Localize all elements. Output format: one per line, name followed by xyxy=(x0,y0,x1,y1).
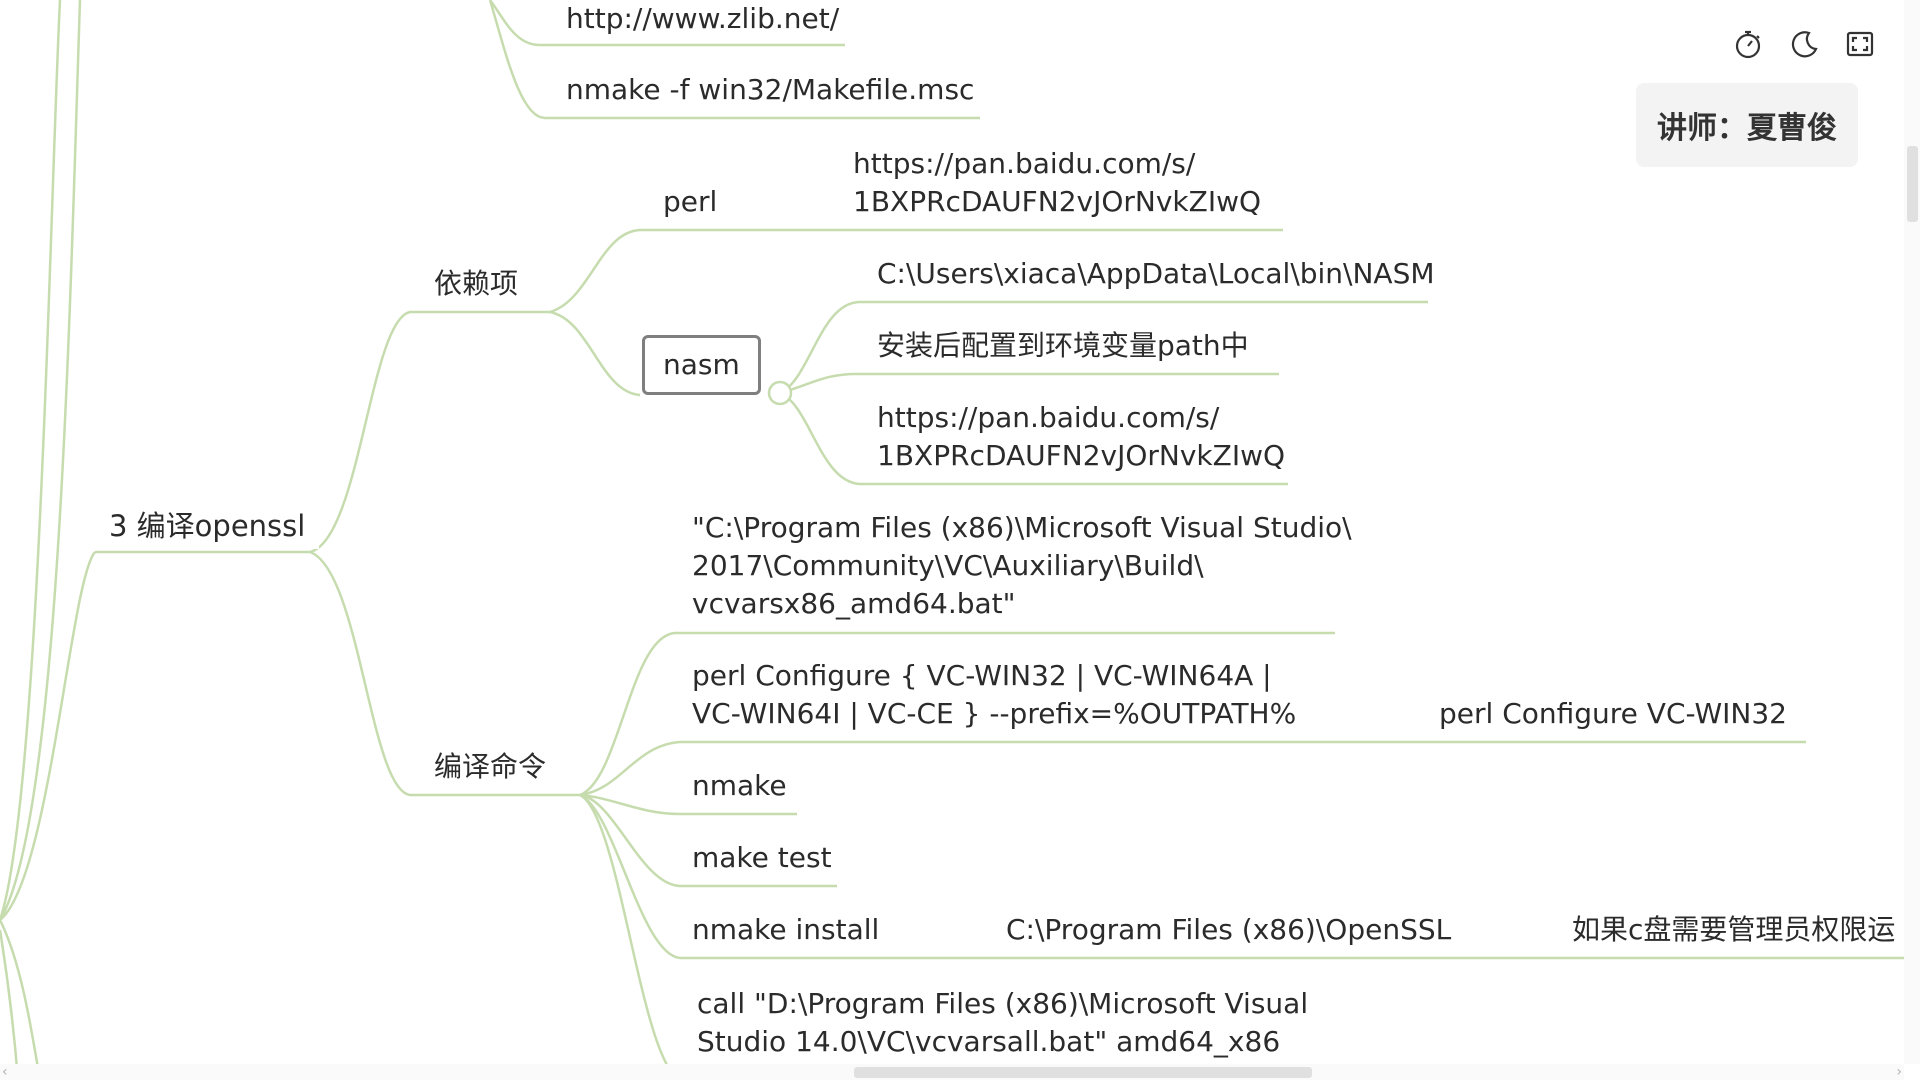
node-nmake[interactable]: nmake xyxy=(692,767,787,805)
node-perl-configure-line-1: perl Configure { VC-WIN32 | VC-WIN64A | xyxy=(692,659,1272,692)
node-vcvars-line-1: "C:\Program Files (x86)\Microsoft Visual… xyxy=(692,511,1352,544)
scroll-left-arrow-icon[interactable]: ‹ xyxy=(2,1064,8,1080)
node-admin-note[interactable]: 如果c盘需要管理员权限运 xyxy=(1572,911,1904,949)
node-central-topic[interactable]: 3 编译openssl xyxy=(95,503,320,549)
node-nasm-path[interactable]: C:\Users\xiaca\AppData\Local\bin\NASM xyxy=(877,255,1435,293)
root-branch-up-1 xyxy=(0,0,62,921)
node-perl-configure-example[interactable]: perl Configure VC-WIN32 xyxy=(1439,695,1787,733)
root-branch-up-2 xyxy=(0,0,82,921)
node-nasm-text: nasm xyxy=(663,348,740,381)
node-nmake-makefile[interactable]: nmake -f win32/Makefile.msc xyxy=(566,71,974,109)
node-install-path[interactable]: C:\Program Files (x86)\OpenSSL xyxy=(1006,911,1451,949)
node-perl-text: perl xyxy=(663,185,718,218)
node-nasm-url[interactable]: https://pan.baidu.com/s/ 1BXPRcDAUFN2vJO… xyxy=(877,399,1285,475)
branch-deps xyxy=(309,310,550,554)
node-install-path-text: C:\Program Files (x86)\OpenSSL xyxy=(1006,913,1452,946)
node-admin-note-text: 如果c盘需要管理员权限运 xyxy=(1572,913,1896,946)
horizontal-scrollbar[interactable]: ‹ › xyxy=(0,1064,1904,1080)
node-call-vcvarsall[interactable]: call "D:\Program Files (x86)\Microsoft V… xyxy=(697,985,1308,1061)
node-build-cmds-text: 编译命令 xyxy=(434,750,547,783)
node-nasm-path-text: C:\Users\xiaca\AppData\Local\bin\NASM xyxy=(877,257,1435,290)
node-perl-configure[interactable]: perl Configure { VC-WIN32 | VC-WIN64A | … xyxy=(692,657,1296,733)
scroll-right-arrow-icon[interactable]: › xyxy=(1896,1064,1902,1080)
node-make-test[interactable]: make test xyxy=(692,839,832,877)
node-nasm-url-line-1: https://pan.baidu.com/s/ xyxy=(877,401,1220,434)
top-right-toolbar xyxy=(1732,28,1876,60)
node-perl[interactable]: perl xyxy=(663,183,717,221)
node-nmake-install[interactable]: nmake install xyxy=(692,911,879,949)
branch-call-vcvarsall xyxy=(579,793,681,1080)
collapse-toggle-icon[interactable] xyxy=(767,380,793,406)
node-nasm-env[interactable]: 安装后配置到环境变量path中 xyxy=(877,327,1249,365)
node-nmake-install-text: nmake install xyxy=(692,913,880,946)
node-perl-url-line-1: https://pan.baidu.com/s/ xyxy=(853,147,1196,180)
node-vcvars-line-3: vcvarsx86_amd64.bat" xyxy=(692,587,1016,620)
node-nasm-selected[interactable]: nasm xyxy=(642,335,761,395)
branch-nasm xyxy=(549,310,641,397)
vertical-scrollbar-thumb[interactable] xyxy=(1907,146,1918,222)
node-nmake-text: nmake xyxy=(692,769,787,802)
node-perl-configure-example-text: perl Configure VC-WIN32 xyxy=(1439,697,1787,730)
node-perl-url[interactable]: https://pan.baidu.com/s/ 1BXPRcDAUFN2vJO… xyxy=(853,145,1261,221)
root-branch-down-2 xyxy=(0,929,20,1080)
vertical-scrollbar[interactable] xyxy=(1904,0,1920,1064)
lecturer-label: 讲师：夏曹俊 xyxy=(1636,83,1858,167)
node-call-vcvarsall-line-2: Studio 14.0\VC\vcvarsall.bat" amd64_x86 xyxy=(697,1025,1281,1058)
node-deps-text: 依赖项 xyxy=(434,267,519,300)
node-deps[interactable]: 依赖项 xyxy=(434,265,518,303)
node-vcvars-line-2: 2017\Community\VC\Auxiliary\Build\ xyxy=(692,549,1204,582)
node-nasm-url-line-2: 1BXPRcDAUFN2vJOrNvkZIwQ xyxy=(877,439,1286,472)
mindmap-canvas[interactable]: http://www.zlib.net/ nmake -f win32/Make… xyxy=(0,0,1920,1080)
node-vcvars[interactable]: "C:\Program Files (x86)\Microsoft Visual… xyxy=(692,509,1352,623)
lecturer-label-text: 讲师：夏曹俊 xyxy=(1657,111,1837,146)
node-build-cmds[interactable]: 编译命令 xyxy=(434,748,546,786)
node-central-topic-text: 3 编译openssl xyxy=(109,509,306,543)
branch-nasm-env xyxy=(779,372,1279,395)
node-make-test-text: make test xyxy=(692,841,832,874)
node-zlib-url[interactable]: http://www.zlib.net/ xyxy=(566,0,839,38)
moon-icon[interactable] xyxy=(1788,28,1820,60)
node-perl-url-line-2: 1BXPRcDAUFN2vJOrNvkZIwQ xyxy=(853,185,1262,218)
node-nasm-env-text: 安装后配置到环境变量path中 xyxy=(877,329,1249,362)
node-call-vcvarsall-line-1: call "D:\Program Files (x86)\Microsoft V… xyxy=(697,987,1309,1020)
node-zlib-url-text: http://www.zlib.net/ xyxy=(566,2,840,35)
timer-icon[interactable] xyxy=(1732,28,1764,60)
root-branch-down-1 xyxy=(0,919,42,1080)
node-perl-configure-line-2: VC-WIN64I | VC-CE } --prefix=%OUTPATH% xyxy=(692,697,1297,730)
node-nmake-makefile-text: nmake -f win32/Makefile.msc xyxy=(566,73,975,106)
fullscreen-icon[interactable] xyxy=(1844,28,1876,60)
root-to-central xyxy=(0,551,96,921)
horizontal-scrollbar-thumb[interactable] xyxy=(854,1067,1312,1078)
